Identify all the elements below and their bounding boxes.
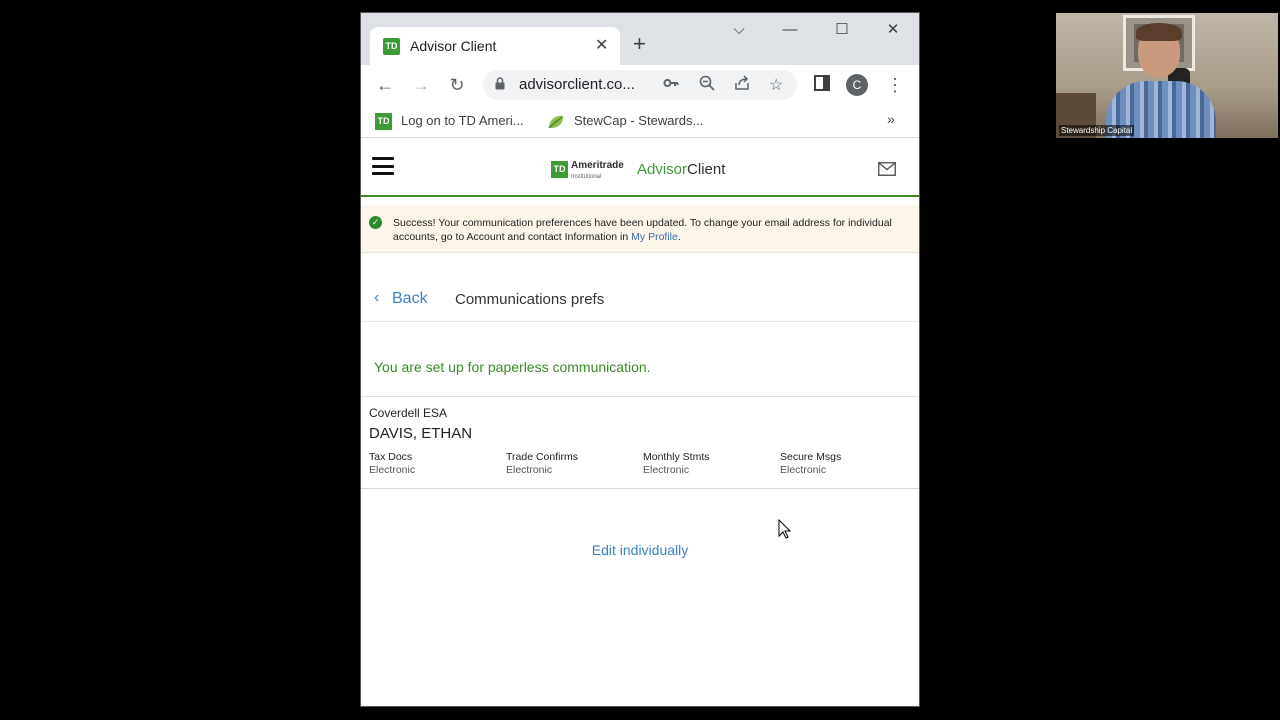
address-bar[interactable]: advisorclient.co... ☆: [483, 70, 797, 100]
alert-message: Success! Your communication preferences …: [393, 216, 913, 244]
leaf-favicon-icon: [548, 115, 563, 128]
checkmark-icon: ✓: [369, 216, 382, 229]
browser-tab[interactable]: TD Advisor Client ✕: [370, 27, 620, 65]
video-participant-tile: Stewardship Capital: [1056, 13, 1278, 138]
participant-name-label: Stewardship Capital: [1059, 125, 1135, 136]
pref-tax-docs: Tax Docs Electronic: [369, 451, 499, 476]
mouse-cursor-icon: [778, 519, 792, 539]
pref-value: Electronic: [643, 464, 690, 476]
zoom-out-icon[interactable]: [699, 75, 715, 96]
td-logo-icon: TD: [551, 161, 568, 178]
pref-secure-msgs: Secure Msgs Electronic: [780, 451, 910, 476]
share-icon[interactable]: [734, 75, 750, 96]
mail-icon[interactable]: [878, 162, 896, 176]
brand-sub: Institutional: [571, 174, 602, 180]
page-header: ‹ Back Communications prefs: [361, 253, 919, 322]
pref-label: Secure Msgs: [780, 451, 842, 463]
page-title: Communications prefs: [455, 291, 605, 308]
new-tab-icon[interactable]: +: [633, 33, 646, 55]
pref-value: Electronic: [369, 464, 416, 476]
reload-icon[interactable]: ↻: [445, 73, 469, 97]
alert-end: .: [677, 231, 681, 243]
url-text[interactable]: advisorclient.co...: [519, 76, 635, 93]
key-icon[interactable]: [663, 75, 679, 96]
hamburger-menu-icon[interactable]: [372, 157, 394, 175]
close-tab-icon[interactable]: ✕: [595, 35, 608, 55]
star-bookmark-icon[interactable]: ☆: [769, 75, 783, 95]
lock-icon[interactable]: [495, 77, 505, 93]
tab-strip: TD Advisor Client ✕ + ⌵ — ☐ ✕: [361, 13, 919, 65]
bookmark-label: StewCap - Stewards...: [574, 113, 704, 128]
forward-arrow-icon[interactable]: →: [409, 73, 433, 97]
browser-window: TD Advisor Client ✕ + ⌵ — ☐ ✕ ← → ↻ advi…: [361, 13, 919, 706]
td-favicon-icon: TD: [375, 113, 392, 131]
product-name: AdvisorClient: [637, 161, 725, 178]
side-panel-icon[interactable]: [810, 73, 834, 97]
bookmark-td-ameritrade[interactable]: TD Log on to TD Ameri...: [375, 113, 524, 131]
brand-name: Ameritrade: [571, 160, 624, 171]
bookmark-label: Log on to TD Ameri...: [401, 113, 524, 128]
pref-label: Tax Docs: [369, 451, 413, 463]
close-window-icon[interactable]: ✕: [878, 19, 908, 41]
back-button[interactable]: Back: [392, 290, 428, 308]
minimize-icon[interactable]: —: [775, 19, 805, 41]
account-name: DAVIS, ETHAN: [369, 425, 473, 442]
product-name-part1: Advisor: [637, 161, 688, 178]
product-name-part2: Client: [687, 161, 726, 178]
account-type: Coverdell ESA: [369, 406, 448, 420]
chevron-left-icon[interactable]: ‹: [374, 289, 379, 307]
pref-monthly-stmts: Monthly Stmts Electronic: [643, 451, 773, 476]
maximize-icon[interactable]: ☐: [827, 19, 857, 41]
edit-individually-link[interactable]: Edit individually: [361, 542, 919, 558]
back-arrow-icon[interactable]: ←: [373, 73, 397, 97]
pref-value: Electronic: [506, 464, 553, 476]
paperless-message: You are set up for paperless communicati…: [374, 359, 651, 375]
profile-avatar[interactable]: C: [846, 74, 868, 96]
bookmarks-overflow-icon[interactable]: »: [887, 111, 895, 127]
bookmarks-bar: TD Log on to TD Ameri... StewCap - Stewar…: [361, 105, 919, 138]
bookmark-stewcap[interactable]: StewCap - Stewards...: [547, 113, 703, 130]
my-profile-link[interactable]: My Profile: [631, 231, 678, 243]
paperless-section: You are set up for paperless communicati…: [361, 322, 919, 397]
pref-value: Electronic: [780, 464, 827, 476]
app-header: TD Ameritrade Institutional AdvisorClien…: [361, 141, 919, 197]
success-alert: ✓ Success! Your communication preference…: [361, 205, 919, 253]
pref-label: Trade Confirms: [506, 451, 578, 463]
browser-toolbar: ← → ↻ advisorclient.co... ☆ C ⋮: [361, 65, 919, 105]
tab-title: Advisor Client: [410, 38, 497, 54]
tab-search-chevron-down-icon[interactable]: ⌵: [724, 19, 754, 41]
pref-trade-confirms: Trade Confirms Electronic: [506, 451, 636, 476]
td-favicon-icon: TD: [383, 38, 400, 55]
more-menu-icon[interactable]: ⋮: [883, 73, 907, 97]
video-person-hair: [1136, 23, 1182, 41]
account-card: Coverdell ESA DAVIS, ETHAN Tax Docs Elec…: [361, 397, 919, 489]
pref-label: Monthly Stmts: [643, 451, 710, 463]
